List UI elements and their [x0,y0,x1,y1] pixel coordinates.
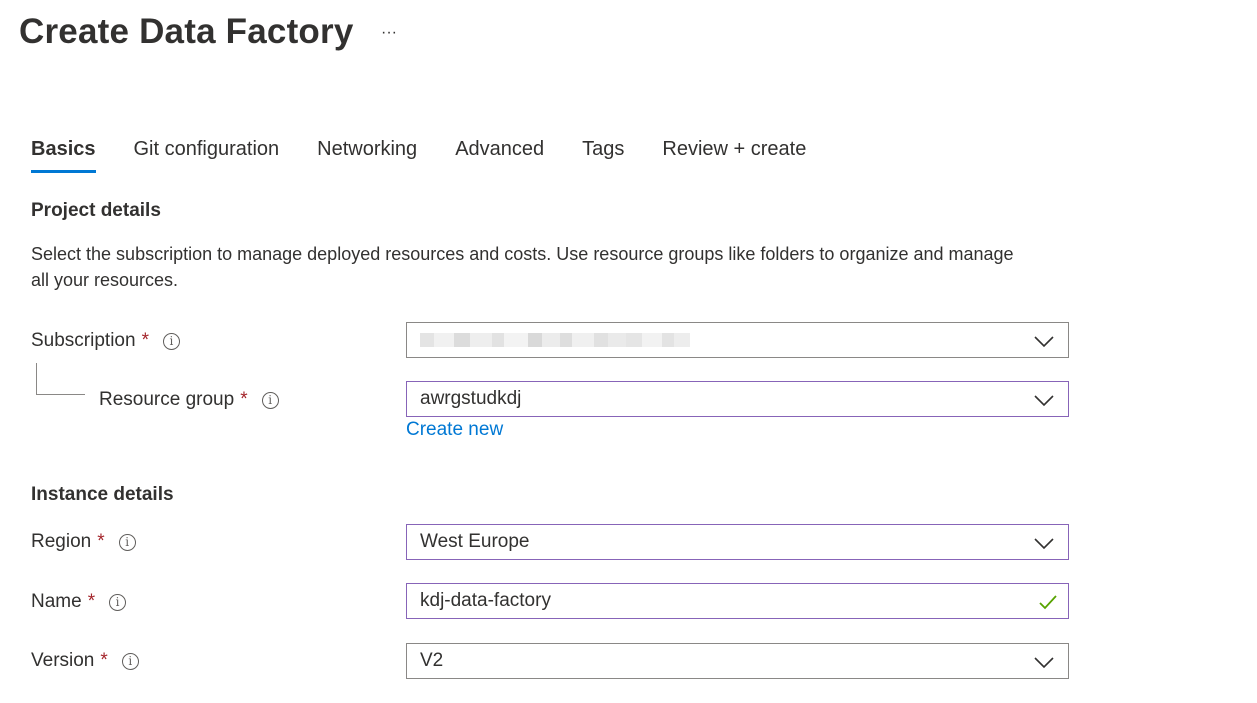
subscription-label: Subscription [31,330,136,351]
name-input[interactable]: kdj-data-factory [406,583,1069,619]
resource-group-dropdown[interactable]: awrgstudkdj [406,381,1069,417]
chevron-down-icon [1034,538,1054,550]
checkmark-icon [1039,595,1057,610]
subscription-value-redacted [420,332,1068,348]
region-label-row: Region * i [31,529,136,555]
info-icon[interactable]: i [261,391,279,409]
chevron-down-icon [1034,657,1054,669]
tab-review-create[interactable]: Review + create [662,138,806,173]
resource-group-label-row: Resource group * i [99,387,279,413]
resource-group-label: Resource group [99,389,235,410]
version-label: Version [31,650,95,671]
subscription-label-row: Subscription * i [31,328,180,354]
info-icon[interactable]: i [121,652,139,670]
name-label-row: Name * i [31,589,127,615]
resource-group-value: awrgstudkdj [420,388,522,409]
create-data-factory-page: Create Data Factory ··· Basics Git confi… [0,0,1257,703]
info-icon[interactable]: i [118,533,136,551]
tab-advanced[interactable]: Advanced [455,138,544,173]
chevron-down-icon [1034,395,1054,407]
info-icon[interactable]: i [109,593,127,611]
required-marker: * [87,591,96,612]
create-new-link[interactable]: Create new [406,419,503,441]
name-label: Name [31,591,82,612]
region-value: West Europe [420,531,530,552]
required-marker: * [100,650,108,671]
tab-basics[interactable]: Basics [31,138,96,173]
tree-connector [36,363,85,395]
required-marker: * [97,531,105,552]
region-dropdown[interactable]: West Europe [406,524,1069,560]
required-marker: * [240,389,248,410]
info-icon[interactable]: i [162,332,180,350]
page-title: Create Data Factory [19,12,354,51]
project-details-description: Select the subscription to manage deploy… [31,244,1014,290]
subscription-dropdown[interactable] [406,322,1069,358]
more-icon[interactable]: ··· [376,20,402,46]
tab-tags[interactable]: Tags [582,138,624,173]
name-value: kdj-data-factory [420,590,551,611]
tab-git-configuration[interactable]: Git configuration [134,138,280,173]
instance-details-heading: Instance details [31,484,174,505]
chevron-down-icon [1034,336,1054,348]
version-value: V2 [420,650,444,671]
version-label-row: Version * i [31,648,139,674]
project-details-heading: Project details [31,200,161,221]
tab-bar: Basics Git configuration Networking Adva… [31,138,844,180]
region-label: Region [31,531,92,552]
version-dropdown[interactable]: V2 [406,643,1069,679]
required-marker: * [141,330,149,351]
tab-networking[interactable]: Networking [317,138,417,173]
